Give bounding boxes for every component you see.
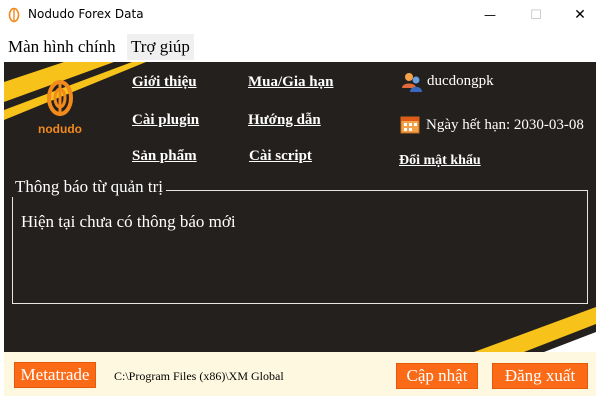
window-title: Nodudo Forex Data: [28, 7, 144, 21]
tab-main-screen[interactable]: Màn hình chính: [4, 34, 120, 60]
notice-legend: Thông báo từ quản trị: [12, 177, 167, 197]
notice-message: Hiện tại chưa có thông báo mới: [21, 212, 236, 231]
close-icon: ✕: [574, 7, 586, 23]
notice-box: [12, 190, 588, 304]
link-buy-renew[interactable]: Mua/Gia hạn: [248, 74, 333, 91]
metatrade-button[interactable]: Metatrade: [14, 362, 96, 388]
maximize-button[interactable]: ☐: [514, 0, 558, 30]
change-password-link[interactable]: Đổi mật khẩu: [399, 153, 481, 169]
link-introduction[interactable]: Giới thiệu: [132, 74, 197, 91]
link-install-plugin[interactable]: Cài plugin: [132, 112, 199, 129]
main-panel: nodudo Giới thiệu Mua/Gia hạn Cài plugin…: [4, 62, 596, 352]
maximize-icon: ☐: [530, 7, 542, 23]
username: ducdongpk: [427, 73, 494, 89]
bottom-bar: Metatrade C:\Program Files (x86)\XM Glob…: [4, 352, 596, 396]
link-guide[interactable]: Hướng dẫn: [248, 112, 321, 129]
logo-text: nodudo: [38, 122, 82, 136]
users-icon: [402, 73, 422, 92]
expiry-date: Ngày hết hạn: 2030-03-08: [426, 117, 584, 133]
minimize-icon: —: [484, 8, 496, 22]
calendar-icon: [400, 116, 420, 134]
link-install-script[interactable]: Cài script: [249, 148, 312, 165]
tab-help[interactable]: Trợ giúp: [127, 34, 194, 60]
app-icon: [8, 7, 20, 23]
minimize-button[interactable]: —: [468, 0, 512, 30]
logout-button[interactable]: Đăng xuất: [492, 363, 588, 389]
menu-bar: Màn hình chính Trợ giúp: [0, 30, 600, 62]
title-bar: Nodudo Forex Data — ☐ ✕: [0, 0, 600, 30]
install-path: C:\Program Files (x86)\XM Global: [114, 369, 284, 383]
close-button[interactable]: ✕: [558, 0, 600, 30]
update-button[interactable]: Cập nhật: [396, 363, 478, 389]
link-products[interactable]: Sản phẩm: [132, 148, 197, 165]
